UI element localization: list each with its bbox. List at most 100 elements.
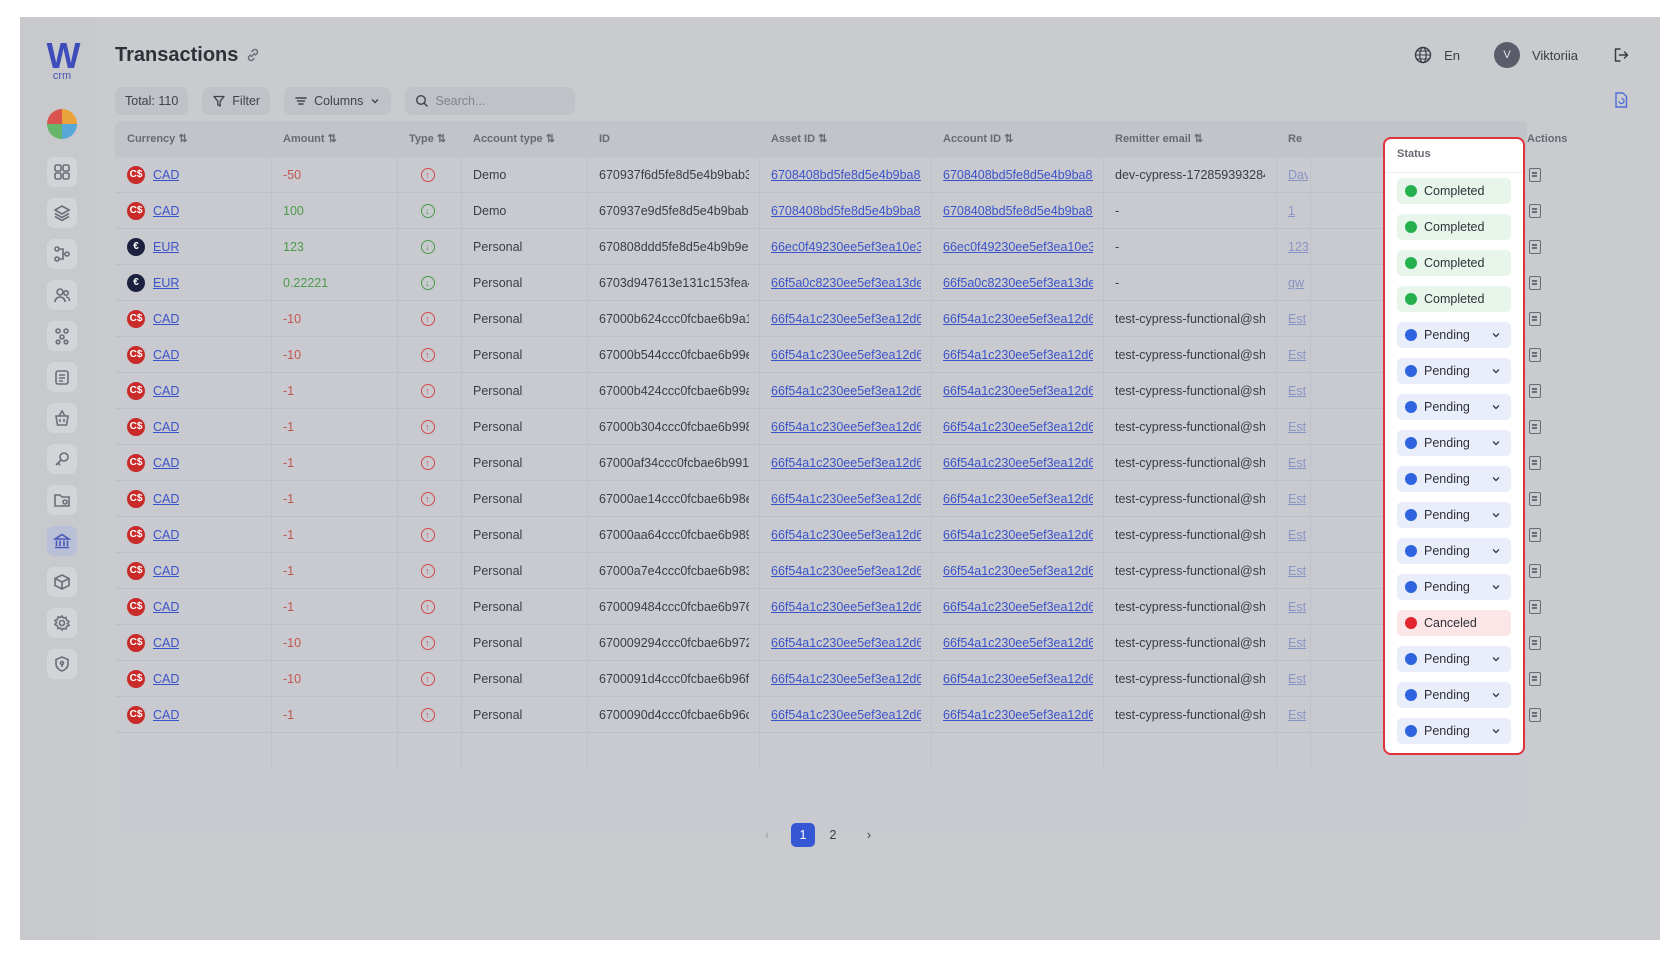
sidebar-item-layers[interactable] (47, 198, 77, 228)
document-action-icon[interactable] (1529, 168, 1541, 182)
currency-link[interactable]: CAD (153, 301, 179, 337)
asset-id-link[interactable]: 66f54a1c230ee5ef3ea12d63 (771, 409, 921, 445)
table-row[interactable]: C$ CAD -10 ↑ Personal 67000b544ccc0fcbae6b99e… (115, 337, 1527, 373)
remitter-trunc-cell[interactable]: Est (1288, 409, 1308, 445)
account-id-link[interactable]: 6708408bd5fe8d5e4b9ba8... (943, 193, 1093, 229)
account-id-link[interactable]: 66f54a1c230ee5ef3ea12d60 (943, 625, 1093, 661)
col-account-id[interactable]: Account ID ⇅ (943, 121, 1013, 157)
document-action-icon[interactable] (1529, 348, 1541, 362)
document-action-icon[interactable] (1529, 420, 1541, 434)
table-row[interactable]: C$ CAD -1 ↑ Personal 67000a7e4ccc0fcbae6b983c… (115, 553, 1527, 589)
remitter-trunc-cell[interactable]: Est (1288, 337, 1308, 373)
remitter-trunc-cell[interactable]: Est (1288, 373, 1308, 409)
status-badge[interactable]: Pending (1397, 682, 1511, 708)
status-badge[interactable]: Pending (1397, 394, 1511, 420)
table-row[interactable]: C$ CAD -10 ↑ Personal 6700091d4ccc0fcbae6b96f… (115, 661, 1527, 697)
remitter-trunc-cell[interactable]: Est (1288, 553, 1308, 589)
table-row[interactable]: C$ CAD -1 ↑ Personal 67000ae14ccc0fcbae6b98ec… (115, 481, 1527, 517)
account-id-link[interactable]: 66f5a0c8230ee5ef3ea13de6 (943, 265, 1093, 301)
asset-id-link[interactable]: 66f5a0c8230ee5ef3ea13de9 (771, 265, 921, 301)
status-badge[interactable]: Pending (1397, 358, 1511, 384)
account-id-link[interactable]: 66f54a1c230ee5ef3ea12d60 (943, 553, 1093, 589)
col-currency[interactable]: Currency ⇅ (127, 121, 188, 157)
currency-link[interactable]: EUR (153, 265, 179, 301)
currency-link[interactable]: CAD (153, 193, 179, 229)
document-action-icon[interactable] (1529, 672, 1541, 686)
remitter-trunc-cell[interactable]: Est (1288, 301, 1308, 337)
document-action-icon[interactable] (1529, 492, 1541, 506)
currency-link[interactable]: EUR (153, 229, 179, 265)
remitter-trunc-cell[interactable]: Est (1288, 697, 1308, 733)
document-action-icon[interactable] (1529, 204, 1541, 218)
document-action-icon[interactable] (1529, 384, 1541, 398)
table-row[interactable]: C$ CAD -1 ↑ Personal 67000b304ccc0fcbae6b9984… (115, 409, 1527, 445)
account-id-link[interactable]: 66f54a1c230ee5ef3ea12d60 (943, 301, 1093, 337)
currency-link[interactable]: CAD (153, 445, 179, 481)
remitter-trunc-cell[interactable]: Dav (1288, 157, 1308, 193)
document-action-icon[interactable] (1529, 564, 1541, 578)
logout-icon[interactable] (1612, 46, 1630, 64)
currency-link[interactable]: CAD (153, 157, 179, 193)
sidebar-item-dashboard[interactable] (47, 157, 77, 187)
export-file-icon[interactable] (1612, 91, 1630, 109)
remitter-trunc-cell[interactable]: 1 (1288, 193, 1308, 229)
table-row[interactable]: C$ CAD 100 ↓ Demo 670937e9d5fe8d5e4b9bab2a 670… (115, 193, 1527, 229)
col-remitter-trunc[interactable]: Re (1288, 121, 1308, 157)
asset-id-link[interactable]: 66f54a1c230ee5ef3ea12d63 (771, 481, 921, 517)
avatar[interactable]: V (1493, 42, 1520, 68)
status-badge[interactable]: Pending (1397, 646, 1511, 672)
asset-id-link[interactable]: 66f54a1c230ee5ef3ea12d63 (771, 337, 921, 373)
asset-id-link[interactable]: 66f54a1c230ee5ef3ea12d63 (771, 301, 921, 337)
asset-id-link[interactable]: 6708408bd5fe8d5e4b9ba8... (771, 157, 921, 193)
currency-link[interactable]: CAD (153, 337, 179, 373)
sidebar-item-groups[interactable] (47, 321, 77, 351)
asset-id-link[interactable]: 66f54a1c230ee5ef3ea12d63 (771, 697, 921, 733)
sidebar-item-shield[interactable] (47, 649, 77, 679)
col-amount[interactable]: Amount ⇅ (283, 121, 337, 157)
account-id-link[interactable]: 66f54a1c230ee5ef3ea12d60 (943, 373, 1093, 409)
sort-icon[interactable]: ⇅ (818, 133, 827, 145)
sort-icon[interactable]: ⇅ (328, 133, 337, 145)
remitter-trunc-cell[interactable]: Est (1288, 517, 1308, 553)
sort-icon[interactable]: ⇅ (437, 133, 446, 145)
sort-icon[interactable]: ⇅ (1194, 133, 1203, 145)
filter-button[interactable]: Filter (202, 87, 271, 115)
app-logo[interactable]: W crm (44, 38, 81, 82)
document-action-icon[interactable] (1529, 312, 1541, 326)
status-badge[interactable]: Pending (1397, 718, 1511, 744)
table-row[interactable]: C$ CAD -10 ↑ Personal 67000b624ccc0fcbae6b9a1… (115, 301, 1527, 337)
document-action-icon[interactable] (1529, 600, 1541, 614)
remitter-trunc-cell[interactable]: Est (1288, 625, 1308, 661)
currency-link[interactable]: CAD (153, 589, 179, 625)
user-name[interactable]: Viktoriia (1532, 48, 1578, 63)
status-badge[interactable]: Pending (1397, 574, 1511, 600)
status-badge[interactable]: Pending (1397, 430, 1511, 456)
currency-link[interactable]: CAD (153, 373, 179, 409)
currency-link[interactable]: CAD (153, 661, 179, 697)
asset-id-link[interactable]: 66f54a1c230ee5ef3ea12d63 (771, 625, 921, 661)
sort-icon[interactable]: ⇅ (178, 133, 187, 145)
account-id-link[interactable]: 66f54a1c230ee5ef3ea12d60 (943, 337, 1093, 373)
remitter-trunc-cell[interactable]: Est (1288, 481, 1308, 517)
sidebar-item-bank[interactable] (47, 526, 77, 556)
account-id-link[interactable]: 66f54a1c230ee5ef3ea12d60 (943, 445, 1093, 481)
prev-page-button[interactable]: ‹ (755, 823, 779, 847)
account-id-link[interactable]: 6708408bd5fe8d5e4b9ba8... (943, 157, 1093, 193)
sidebar-item-tickets[interactable] (47, 362, 77, 392)
sort-icon[interactable]: ⇅ (546, 133, 555, 145)
document-action-icon[interactable] (1529, 240, 1541, 254)
currency-link[interactable]: CAD (153, 481, 179, 517)
asset-id-link[interactable]: 66f54a1c230ee5ef3ea12d63 (771, 373, 921, 409)
asset-id-link[interactable]: 6708408bd5fe8d5e4b9ba8... (771, 193, 921, 229)
currency-link[interactable]: CAD (153, 517, 179, 553)
page-button[interactable]: 2 (821, 823, 845, 847)
asset-id-link[interactable]: 66f54a1c230ee5ef3ea12d63 (771, 661, 921, 697)
account-id-link[interactable]: 66ec0f49230ee5ef3ea10e33 (943, 229, 1093, 265)
next-page-button[interactable]: › (857, 823, 881, 847)
account-id-link[interactable]: 66f54a1c230ee5ef3ea12d60 (943, 589, 1093, 625)
sidebar-item-users[interactable] (47, 280, 77, 310)
col-account-type[interactable]: Account type ⇅ (473, 121, 555, 157)
remitter-trunc-cell[interactable]: Est (1288, 661, 1308, 697)
remitter-trunc-cell[interactable]: qw (1288, 265, 1308, 301)
document-action-icon[interactable] (1529, 456, 1541, 470)
